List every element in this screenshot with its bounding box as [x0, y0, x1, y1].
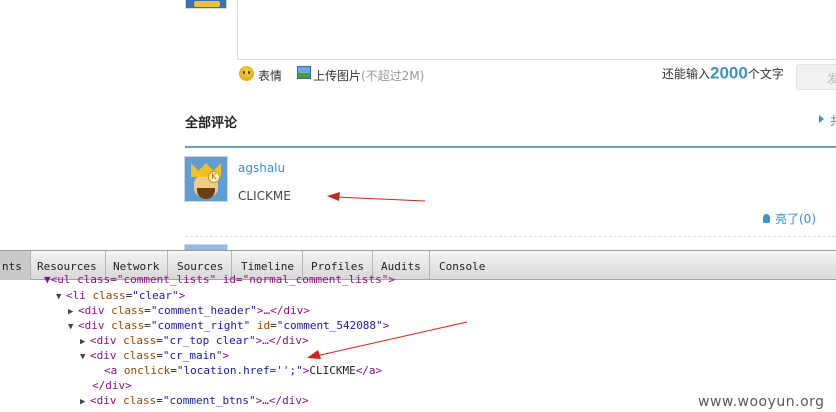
watermark: www.wooyun.org: [698, 394, 825, 410]
lightbulb-icon: [763, 214, 770, 223]
emoji-button[interactable]: 表情: [258, 67, 282, 84]
emoji-icon[interactable]: [239, 66, 254, 81]
dom-node-comment-right[interactable]: ▼ <div class="comment_right" id="comment_…: [68, 318, 389, 333]
section-title: 全部评论: [185, 116, 238, 131]
tab-console[interactable]: Console: [431, 251, 493, 280]
comment-body[interactable]: CLICKME: [238, 189, 291, 203]
devtools-panel: nts Resources Network Sources Timeline P…: [0, 250, 836, 412]
upload-image-button[interactable]: 上传图片: [313, 67, 361, 84]
dom-node-comment-btns[interactable]: ▶ <div class="comment_btns">…</div>: [80, 393, 309, 408]
char-counter: 还能输入2000个文字: [662, 63, 784, 83]
dom-tree: ▼<ul class="comment_lists" id="normal_co…: [0, 273, 836, 412]
avatar[interactable]: K: [184, 156, 228, 202]
dom-node-cr-main-close[interactable]: </div>: [92, 378, 132, 393]
previous-avatar: [185, 0, 227, 9]
section-divider: [185, 146, 836, 148]
like-label: 亮了(0): [775, 212, 816, 226]
comment-textarea[interactable]: [237, 0, 836, 60]
dom-node-ul[interactable]: ▼<ul class="comment_lists" id="normal_co…: [44, 272, 395, 287]
caret-right-icon[interactable]: [819, 115, 824, 123]
submit-button[interactable]: 发: [796, 64, 836, 90]
tab-elements[interactable]: nts: [0, 251, 31, 280]
image-icon[interactable]: [297, 66, 311, 79]
comment-username[interactable]: agshalu: [238, 161, 285, 175]
upload-size-hint: (不超过2M): [361, 69, 425, 83]
like-button[interactable]: 亮了(0): [763, 208, 816, 227]
dom-node-cr-top[interactable]: ▶ <div class="cr_top clear">…</div>: [80, 333, 309, 348]
dom-node-cr-main[interactable]: ▼ <div class="cr_main">: [80, 348, 229, 363]
dom-node-anchor[interactable]: <a onclick="location.href='';">CLICKME</…: [104, 363, 382, 378]
comment-divider: [185, 236, 836, 237]
dom-node-li[interactable]: ▼ <li class="clear">: [56, 288, 185, 303]
dom-node-comment-header[interactable]: ▶ <div class="comment_header">…</div>: [68, 303, 310, 318]
char-counter-suffix: 个文字: [747, 67, 784, 81]
comment-page: 表情 上传图片 (不超过2M) 还能输入2000个文字 发 全部评论 共 K a…: [0, 0, 836, 250]
char-counter-prefix: 还能输入: [662, 67, 711, 81]
char-counter-value: 2000: [710, 63, 748, 83]
comment-count-link[interactable]: 共: [830, 112, 836, 129]
